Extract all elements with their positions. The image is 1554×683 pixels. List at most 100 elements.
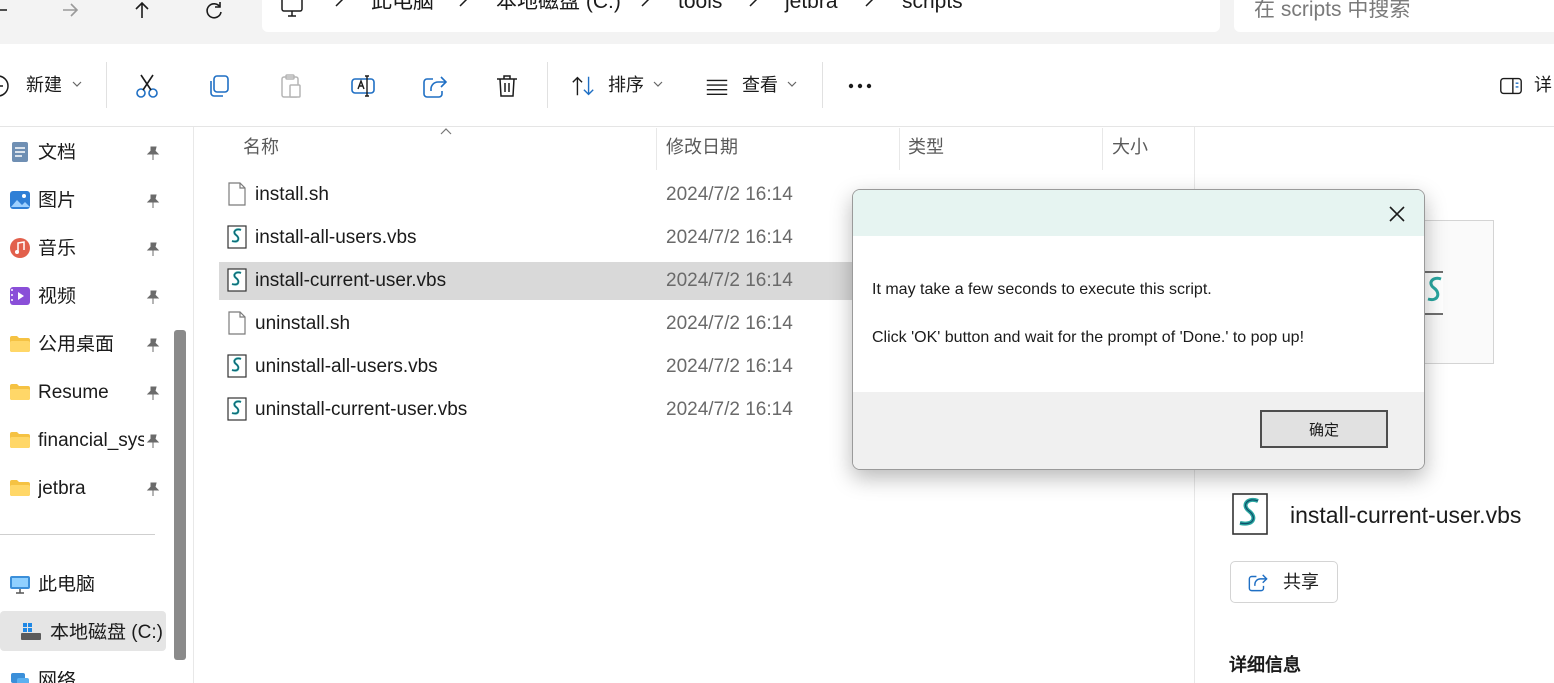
new-button[interactable]: 新建 <box>0 44 86 126</box>
pane-divider[interactable] <box>193 127 194 683</box>
back-button[interactable] <box>0 0 20 24</box>
details-label: 详 <box>1534 75 1552 95</box>
nav-item-resume[interactable]: Resume <box>0 371 166 411</box>
nav-item-network[interactable]: 网络 <box>0 659 166 683</box>
nav-item-label: 此电脑 <box>38 575 96 595</box>
view-label: 查看 <box>742 75 778 95</box>
pin-icon <box>146 194 160 208</box>
breadcrumb-scripts[interactable]: scripts <box>902 0 963 12</box>
nav-item-documents[interactable]: 文档 <box>0 131 166 171</box>
rename-icon <box>351 75 375 97</box>
sort-button[interactable]: 排序 <box>570 44 670 126</box>
address-bar: 此电脑 本地磁盘 (C:) tools jetbra scripts 在 scr… <box>0 0 1554 45</box>
breadcrumb-jetbra[interactable]: jetbra <box>785 0 838 12</box>
copy-button[interactable] <box>205 72 233 100</box>
dialog-titlebar[interactable] <box>853 190 1424 236</box>
column-header-modified[interactable]: 修改日期 <box>666 137 738 157</box>
nav-item-music[interactable]: 音乐 <box>0 227 166 267</box>
up-arrow-icon <box>135 1 149 18</box>
vbs-script-icon <box>1232 493 1268 535</box>
column-header-size[interactable]: 大小 <box>1112 137 1148 157</box>
column-header-type[interactable]: 类型 <box>908 137 944 157</box>
nav-item-public-desktop[interactable]: 公用桌面 <box>0 323 166 363</box>
navigation-pane: 文档 图片 音乐 视频 公用桌面 Resume financial_sys je… <box>0 127 174 683</box>
chevron-right-icon <box>641 0 650 7</box>
dialog-message-line-2: Click 'OK' button and wait for the promp… <box>872 329 1305 346</box>
pin-icon <box>146 242 160 256</box>
up-button[interactable] <box>122 0 162 24</box>
ok-button[interactable]: 确定 <box>1260 410 1388 448</box>
nav-item-label: 音乐 <box>38 239 77 259</box>
folder-icon <box>10 384 30 400</box>
drive-icon <box>21 623 41 640</box>
vbs-script-icon <box>227 397 247 421</box>
nav-item-local-disk[interactable]: 本地磁盘 (C:) <box>0 611 166 651</box>
generic-file-icon <box>228 182 246 206</box>
nav-item-label: jetbra <box>38 479 86 499</box>
breadcrumb-local-disk[interactable]: 本地磁盘 (C:) <box>496 0 621 12</box>
breadcrumb[interactable]: 此电脑 本地磁盘 (C:) tools jetbra scripts <box>262 0 1220 32</box>
pictures-icon <box>10 191 30 209</box>
nav-item-label: 图片 <box>38 191 77 211</box>
delete-button[interactable] <box>493 72 521 100</box>
clipboard-icon <box>281 74 301 98</box>
chevron-right-icon <box>749 0 758 7</box>
pin-icon <box>146 146 160 160</box>
nav-item-videos[interactable]: 视频 <box>0 275 166 315</box>
share-button[interactable]: 共享 <box>1230 561 1338 603</box>
view-list-icon <box>706 79 728 96</box>
paste-button[interactable] <box>277 72 305 100</box>
details-pane-button[interactable]: 详 <box>1498 44 1554 126</box>
share-toolbar-button[interactable] <box>421 72 449 100</box>
dialog-message-line-1: It may take a few seconds to execute thi… <box>872 281 1212 298</box>
column-separator[interactable] <box>899 128 900 170</box>
nav-item-label: Resume <box>38 383 109 403</box>
new-label: 新建 <box>26 75 62 95</box>
computer-icon <box>10 576 30 594</box>
breadcrumb-tools[interactable]: tools <box>678 0 722 12</box>
forward-arrow-icon <box>63 3 79 17</box>
music-icon <box>10 238 30 258</box>
cut-button[interactable] <box>133 72 161 100</box>
sort-label: 排序 <box>608 75 644 95</box>
view-button[interactable]: 查看 <box>704 44 804 126</box>
videos-icon <box>10 287 30 305</box>
nav-item-pictures[interactable]: 图片 <box>0 179 166 219</box>
dialog-footer: 确定 <box>853 392 1424 469</box>
toolbar-divider <box>822 62 823 108</box>
rename-button[interactable] <box>349 72 377 100</box>
nav-item-label: 视频 <box>38 287 77 307</box>
forward-button[interactable] <box>50 0 90 24</box>
search-box[interactable]: 在 scripts 中搜索 <box>1234 0 1554 32</box>
file-name: uninstall.sh <box>255 313 351 334</box>
nav-item-label: 网络 <box>38 671 77 683</box>
refresh-button[interactable] <box>194 0 234 24</box>
scissors-icon <box>136 74 158 98</box>
folder-icon <box>10 432 30 448</box>
more-options-button[interactable] <box>846 72 874 100</box>
message-dialog: It may take a few seconds to execute thi… <box>852 189 1425 470</box>
share-icon <box>423 76 448 98</box>
pin-icon <box>146 338 160 352</box>
nav-item-jetbra[interactable]: jetbra <box>0 467 166 507</box>
sort-ascending-icon <box>440 128 452 135</box>
folder-icon <box>10 480 30 496</box>
nav-item-financial-sys[interactable]: financial_sys <box>0 419 166 459</box>
close-icon[interactable] <box>1385 202 1409 226</box>
column-header-name[interactable]: 名称 <box>243 137 279 157</box>
nav-item-label: 本地磁盘 (C:) <box>50 623 163 643</box>
breadcrumb-this-pc[interactable]: 此电脑 <box>371 0 434 12</box>
nav-item-this-pc[interactable]: 此电脑 <box>0 563 166 603</box>
copy-icon <box>210 75 229 97</box>
chevron-right-icon <box>459 0 468 7</box>
nav-scrollbar[interactable] <box>174 330 186 660</box>
share-icon <box>1248 574 1268 592</box>
file-modified: 2024/7/2 16:14 <box>666 227 793 248</box>
chevron-down-icon <box>72 81 82 87</box>
column-separator[interactable] <box>1102 128 1103 170</box>
nav-item-label: 文档 <box>38 143 77 163</box>
file-modified: 2024/7/2 16:14 <box>666 356 793 377</box>
column-separator[interactable] <box>656 128 657 170</box>
vbs-script-icon <box>227 354 247 378</box>
file-modified: 2024/7/2 16:14 <box>666 399 793 420</box>
